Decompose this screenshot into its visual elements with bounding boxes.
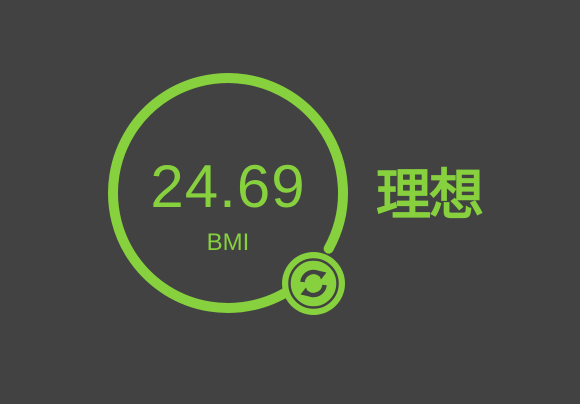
refresh-icon xyxy=(282,252,345,315)
bmi-panel: 24.69 BMI 理想 xyxy=(0,0,580,404)
bmi-value: 24.69 xyxy=(150,153,306,220)
bmi-status: 理想 xyxy=(376,163,484,227)
refresh-button[interactable] xyxy=(282,252,345,315)
bmi-label: BMI xyxy=(206,229,250,256)
